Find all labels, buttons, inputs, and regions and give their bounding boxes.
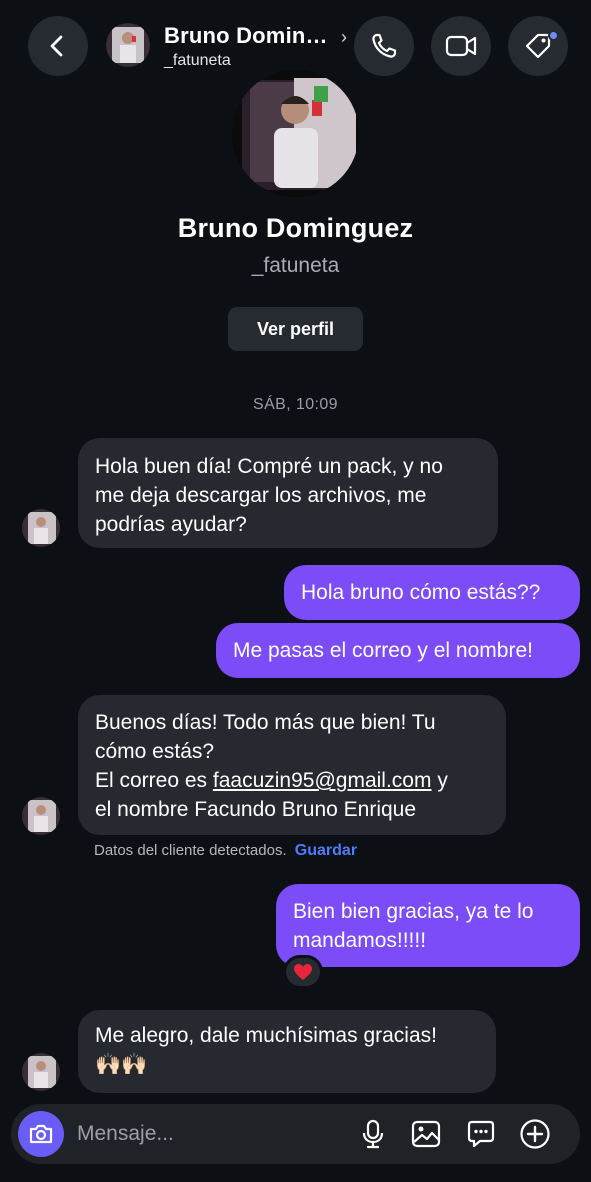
message-text: Me alegro, dale muchísimas gracias! bbox=[95, 1024, 437, 1047]
phone-icon bbox=[372, 33, 397, 58]
back-arrow-icon bbox=[50, 35, 63, 57]
heart-icon bbox=[294, 964, 312, 980]
message-text: Bien bien gracias, ya te lo bbox=[293, 900, 534, 923]
camera-button[interactable] bbox=[18, 1111, 64, 1157]
message-text: y bbox=[431, 769, 448, 792]
profile-avatar[interactable] bbox=[232, 70, 359, 197]
camera-icon bbox=[29, 1124, 53, 1144]
detected-text: Datos del cliente detectados. bbox=[94, 842, 287, 859]
message-bubble-incoming[interactable]: Me alegro, dale muchísimas gracias! 🙌🏻🙌🏻 bbox=[78, 1010, 496, 1093]
microphone-icon bbox=[362, 1119, 384, 1149]
call-button[interactable] bbox=[354, 16, 414, 76]
message-text: Me pasas el correo y el nombre! bbox=[233, 639, 533, 662]
message-text: me deja descargar los archivos, me bbox=[95, 484, 427, 507]
heart-reaction[interactable] bbox=[283, 955, 323, 989]
sender-avatar[interactable] bbox=[22, 797, 60, 835]
message-bubble-outgoing[interactable]: Hola bruno cómo estás?? bbox=[284, 565, 580, 620]
chevron-right-icon[interactable]: › bbox=[341, 27, 347, 48]
profile-name: Bruno Dominguez bbox=[177, 213, 414, 243]
message-text: Hola bruno cómo estás?? bbox=[301, 581, 541, 604]
sticker-button[interactable] bbox=[465, 1118, 497, 1150]
message-text: el nombre Facundo Bruno Enrique bbox=[95, 798, 417, 821]
message-text: Buenos días! Todo más que bien! Tu bbox=[95, 711, 436, 734]
message-bubble-outgoing[interactable]: Me pasas el correo y el nombre! bbox=[216, 623, 580, 678]
view-profile-button[interactable]: Ver perfil bbox=[228, 307, 363, 351]
plus-circle-icon bbox=[520, 1119, 550, 1149]
message-input[interactable] bbox=[77, 1119, 337, 1149]
message-text: Hola buen día! Compré un pack, y no bbox=[95, 455, 443, 478]
sender-avatar[interactable] bbox=[22, 1053, 60, 1091]
message-bubble-incoming[interactable]: Hola buen día! Compré un pack, y no me d… bbox=[78, 438, 498, 548]
message-composer bbox=[11, 1104, 580, 1164]
timestamp-separator: SÁB, 10:09 bbox=[253, 396, 338, 413]
video-call-button[interactable] bbox=[431, 16, 491, 76]
message-text: mandamos!!!!! bbox=[293, 929, 427, 952]
save-button[interactable]: Guardar bbox=[295, 842, 357, 859]
message-text: cómo estás? bbox=[95, 740, 215, 763]
profile-username: _fatuneta bbox=[251, 254, 340, 277]
message-bubble-incoming[interactable]: Buenos días! Todo más que bien! Tu cómo … bbox=[78, 695, 506, 835]
header-username: _fatuneta bbox=[164, 52, 231, 69]
sticker-chat-icon bbox=[467, 1120, 495, 1148]
microphone-button[interactable] bbox=[357, 1118, 389, 1150]
message-text-line: El correo es faacuzin95@gmail.com y bbox=[95, 766, 489, 795]
detected-data-notice: Datos del cliente detectados. Guardar bbox=[94, 842, 357, 860]
sender-avatar[interactable] bbox=[22, 509, 60, 547]
notification-dot bbox=[548, 30, 559, 41]
video-camera-icon bbox=[445, 35, 477, 57]
message-text: podrías ayudar? bbox=[95, 513, 247, 536]
more-options-button[interactable] bbox=[519, 1118, 551, 1150]
message-text: El correo es bbox=[95, 769, 208, 792]
header-contact-name[interactable]: Bruno Domin… bbox=[164, 23, 328, 49]
header-avatar[interactable] bbox=[106, 23, 150, 67]
back-button[interactable] bbox=[28, 16, 88, 76]
gallery-button[interactable] bbox=[410, 1118, 442, 1150]
message-emoji: 🙌🏻🙌🏻 bbox=[95, 1053, 148, 1076]
image-icon bbox=[411, 1120, 441, 1148]
tag-button[interactable] bbox=[508, 16, 568, 76]
email-link[interactable]: faacuzin95@gmail.com bbox=[213, 769, 432, 792]
message-bubble-outgoing[interactable]: Bien bien gracias, ya te lo mandamos!!!!… bbox=[276, 884, 580, 967]
